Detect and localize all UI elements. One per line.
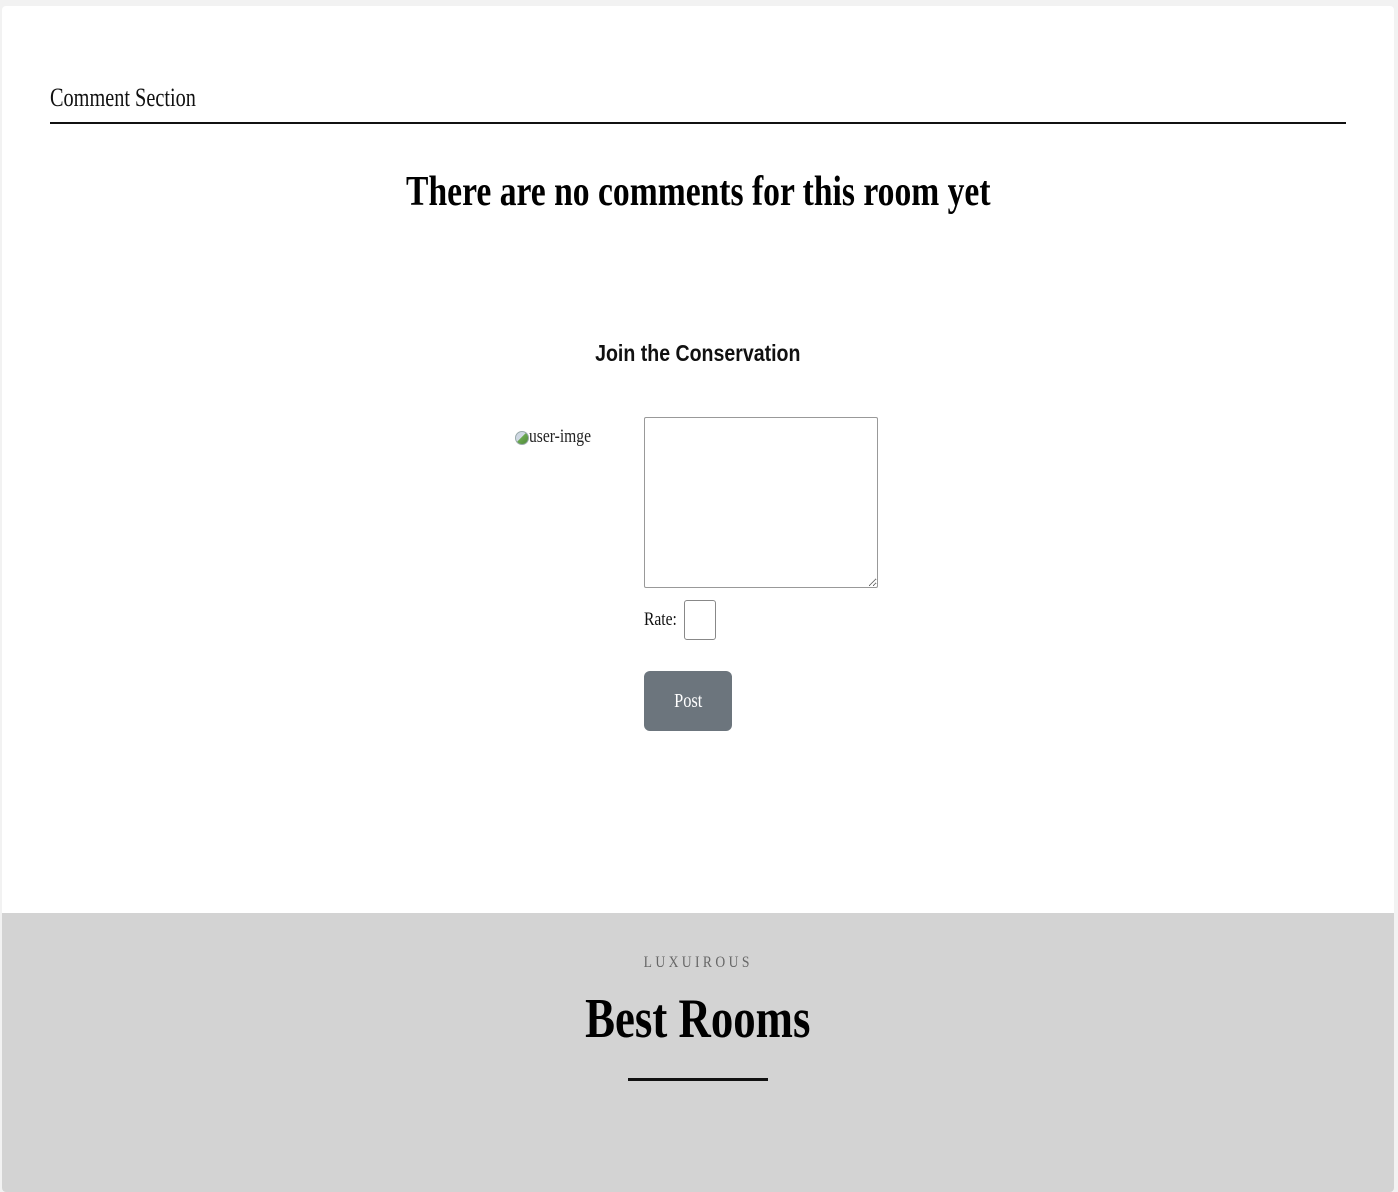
footer-title-text: Best Rooms bbox=[585, 988, 811, 1050]
join-conversation-title: Join the Conservation bbox=[2, 340, 1394, 367]
footer-kicker-text: LUXUIROUS bbox=[643, 954, 753, 971]
rate-input[interactable] bbox=[684, 600, 717, 640]
join-title-text: Join the Conservation bbox=[595, 340, 801, 366]
user-avatar: user-imge bbox=[514, 426, 605, 448]
user-avatar-alt-text: user-imge bbox=[529, 426, 591, 447]
post-button[interactable]: Post bbox=[644, 671, 732, 731]
rate-row: Rate: bbox=[644, 600, 717, 640]
footer-section: LUXUIROUS Best Rooms bbox=[2, 913, 1394, 1192]
page: Comment Section There are no comments fo… bbox=[2, 6, 1394, 1192]
empty-comments-message: There are no comments for this room yet bbox=[2, 168, 1394, 216]
post-button-label: Post bbox=[673, 689, 703, 712]
comment-section-title: Comment Section bbox=[50, 83, 196, 112]
comment-textarea[interactable] bbox=[644, 417, 878, 588]
rate-label: Rate: bbox=[644, 609, 677, 630]
footer-kicker: LUXUIROUS bbox=[2, 954, 1394, 972]
comment-section-header: Comment Section bbox=[50, 82, 1346, 124]
empty-comments-text: There are no comments for this room yet bbox=[405, 169, 991, 215]
footer-divider bbox=[628, 1078, 768, 1081]
broken-image-icon bbox=[514, 429, 529, 445]
footer-title: Best Rooms bbox=[2, 987, 1394, 1051]
